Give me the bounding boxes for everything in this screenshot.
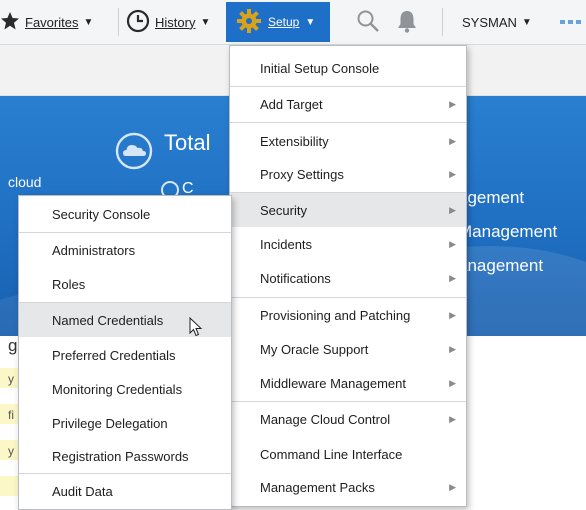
menu-item-preferred-credentials[interactable]: Preferred Credentials — [19, 338, 231, 372]
menu-item-incidents[interactable]: Incidents ▶ — [230, 227, 466, 261]
menu-item-label: Management Packs — [260, 479, 375, 495]
toolbar-divider — [118, 8, 119, 36]
menu-item-audit-data[interactable]: Audit Data — [19, 474, 231, 508]
menu-item-proxy-settings[interactable]: Proxy Settings ▶ — [230, 157, 466, 191]
user-menu[interactable]: SYSMAN ▼ — [462, 0, 532, 44]
submenu-arrow-icon: ▶ — [449, 98, 456, 109]
menu-item-label: Registration Passwords — [52, 448, 189, 464]
menu-item-administrators[interactable]: Administrators — [19, 233, 231, 267]
menu-separator — [230, 122, 466, 123]
menu-item-manage-cloud-control[interactable]: Manage Cloud Control ▶ — [230, 402, 466, 436]
submenu-arrow-icon: ▶ — [449, 413, 456, 424]
menu-item-my-oracle-support[interactable]: My Oracle Support ▶ — [230, 332, 466, 366]
management-line-1: agement — [458, 188, 525, 207]
row-fragment: y — [8, 444, 14, 458]
cloud-label: cloud — [8, 174, 42, 190]
menu-item-label: Roles — [52, 276, 86, 292]
row-fragment: fi — [8, 408, 14, 422]
mouse-pointer-icon — [189, 316, 203, 337]
setup-menu-button[interactable]: Setup ▼ — [226, 2, 330, 42]
management-line-3: anagement — [458, 256, 544, 275]
menu-item-label: Provisioning and Patching — [260, 307, 411, 323]
menu-item-security-console[interactable]: Security Console — [19, 197, 231, 231]
submenu-arrow-icon: ▶ — [449, 238, 456, 249]
partial-heading: g — [8, 336, 18, 355]
submenu-arrow-icon: ▶ — [449, 204, 456, 215]
menu-item-command-line-interface[interactable]: Command Line Interface — [230, 437, 466, 471]
history-label: History — [155, 14, 196, 30]
menu-item-label: Audit Data — [52, 483, 113, 499]
clock-icon — [126, 9, 150, 36]
management-line-2: Management — [458, 222, 558, 241]
menu-item-label: Middleware Management — [260, 375, 406, 391]
menu-item-management-packs[interactable]: Management Packs ▶ — [230, 470, 466, 504]
menu-item-label: Named Credentials — [52, 312, 164, 328]
chevron-down-icon: ▼ — [521, 16, 532, 28]
history-menu[interactable]: History ▼ — [126, 0, 210, 44]
cloud-icon — [115, 132, 153, 173]
menu-item-provisioning-and-patching[interactable]: Provisioning and Patching ▶ — [230, 298, 466, 332]
menu-item-label: Initial Setup Console — [260, 60, 380, 76]
menu-item-label: Monitoring Credentials — [52, 381, 183, 397]
user-label: SYSMAN — [462, 14, 517, 30]
menu-item-label: Security Console — [52, 206, 151, 222]
menu-item-monitoring-credentials[interactable]: Monitoring Credentials — [19, 372, 231, 406]
submenu-arrow-icon: ▶ — [449, 309, 456, 320]
notifications-button[interactable] — [396, 0, 418, 44]
menu-item-security[interactable]: Security ▶ — [230, 193, 466, 227]
submenu-arrow-icon: ▶ — [449, 272, 456, 283]
bell-icon — [396, 9, 418, 36]
menu-item-label: Proxy Settings — [260, 166, 344, 182]
menu-item-add-target[interactable]: Add Target ▶ — [230, 87, 466, 121]
total-heading: Total — [164, 130, 211, 155]
setup-dropdown-menu: Initial Setup Console Add Target ▶ Exten… — [229, 45, 467, 507]
submenu-arrow-icon: ▶ — [449, 135, 456, 146]
security-submenu: Security Console Administrators Roles Na… — [18, 195, 232, 510]
menu-item-label: Manage Cloud Control — [260, 411, 391, 427]
chevron-down-icon: ▼ — [305, 16, 316, 28]
chevron-down-icon: ▼ — [200, 16, 211, 28]
gear-icon — [236, 8, 262, 37]
menu-item-registration-passwords[interactable]: Registration Passwords — [19, 439, 231, 473]
menu-item-label: Incidents — [260, 236, 313, 252]
toolbar-divider — [442, 8, 443, 36]
submenu-arrow-icon: ▶ — [449, 343, 456, 354]
menu-item-label: Privilege Delegation — [52, 415, 168, 431]
menu-item-label: Command Line Interface — [260, 446, 403, 462]
more-menu[interactable] — [560, 0, 586, 44]
menu-item-privilege-delegation[interactable]: Privilege Delegation — [19, 406, 231, 440]
star-icon — [0, 11, 20, 33]
menu-item-label: My Oracle Support — [260, 341, 369, 357]
menu-item-label: Extensibility — [260, 133, 329, 149]
menu-item-label: Add Target — [260, 96, 323, 112]
submenu-arrow-icon: ▶ — [449, 481, 456, 492]
search-icon — [356, 9, 380, 36]
menu-item-extensibility[interactable]: Extensibility ▶ — [230, 124, 466, 158]
search-button[interactable] — [356, 0, 380, 44]
menu-item-label: Notifications — [260, 270, 331, 286]
menu-item-notifications[interactable]: Notifications ▶ — [230, 261, 466, 295]
favorites-menu[interactable]: Favorites ▼ — [0, 0, 93, 44]
submenu-arrow-icon: ▶ — [449, 377, 456, 388]
menu-item-initial-setup-console[interactable]: Initial Setup Console — [230, 51, 466, 85]
menu-item-label: Preferred Credentials — [52, 347, 176, 363]
chevron-down-icon: ▼ — [83, 16, 94, 28]
menu-item-roles[interactable]: Roles — [19, 267, 231, 301]
menu-item-label: Security — [260, 202, 307, 218]
top-toolbar: Favorites ▼ History ▼ Setup ▼ SYSMAN ▼ — [0, 0, 586, 45]
row-fragment: y — [8, 372, 14, 386]
submenu-arrow-icon: ▶ — [449, 168, 456, 179]
menu-item-middleware-management[interactable]: Middleware Management ▶ — [230, 366, 466, 400]
setup-label: Setup — [268, 15, 300, 29]
menu-item-label: Administrators — [52, 242, 136, 258]
favorites-label: Favorites — [25, 14, 79, 30]
more-icon — [560, 15, 586, 30]
